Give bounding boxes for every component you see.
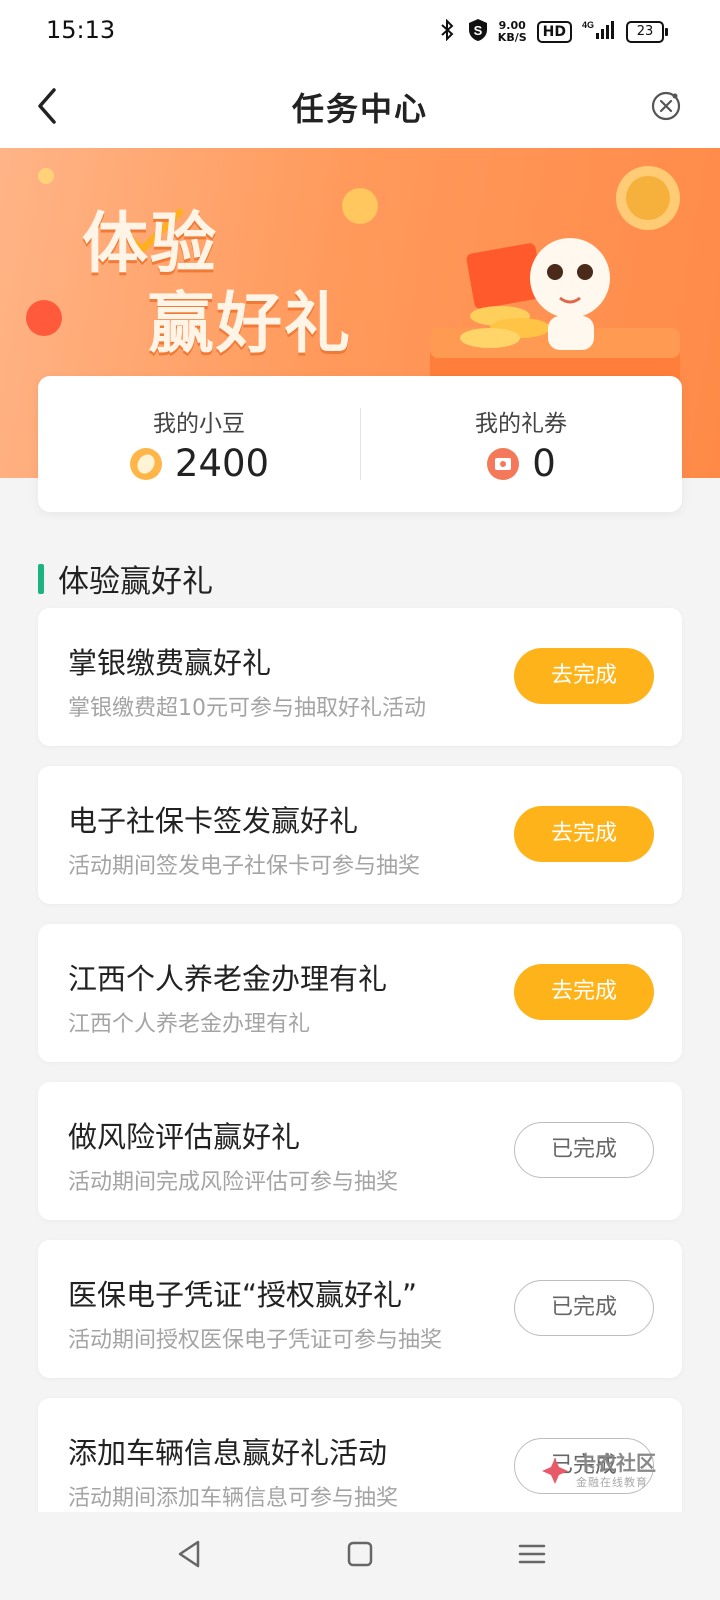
bean-coin-icon — [129, 447, 162, 480]
coupons-stat[interactable]: 我的礼券 0 — [360, 376, 682, 512]
task-desc: 活动期间添加车辆信息可参与抽奖 — [68, 1486, 399, 1511]
coupons-value: 0 — [532, 442, 556, 485]
watermark: 卡农社区 金融在线教育 — [540, 1452, 656, 1490]
task-go-button[interactable]: 去完成 — [514, 648, 654, 704]
nav-back-button[interactable] — [170, 1532, 210, 1576]
beans-stat[interactable]: 我的小豆 2400 — [38, 376, 360, 512]
watermark-text: 卡农社区 金融在线教育 — [576, 1452, 656, 1490]
task-desc: 活动期间完成风险评估可参与抽奖 — [68, 1170, 399, 1195]
task-done-button[interactable]: 已完成 — [514, 1280, 654, 1336]
banner-title-line2: 赢好礼 — [148, 285, 352, 362]
task-go-button[interactable]: 去完成 — [514, 806, 654, 862]
shield-icon: S — [468, 18, 488, 46]
beans-value: 2400 — [174, 442, 270, 485]
triangle-back-icon — [178, 1540, 200, 1568]
coupon-icon — [487, 447, 520, 480]
svg-text:4G: 4G — [582, 20, 594, 30]
system-nav-bar — [0, 1512, 720, 1600]
coupons-value-row: 0 — [360, 442, 682, 485]
coupons-label: 我的礼券 — [475, 411, 567, 437]
task-title: 做风险评估赢好礼 — [68, 1120, 301, 1154]
task-card: 掌银缴费赢好礼 掌银缴费超10元可参与抽取好礼活动 去完成 — [38, 608, 682, 746]
task-card: 做风险评估赢好礼 活动期间完成风险评估可参与抽奖 已完成 — [38, 1082, 682, 1220]
watermark-name: 卡农社区 — [576, 1451, 656, 1475]
hd-badge: HD — [536, 21, 572, 43]
title-bar: 任务中心 — [0, 64, 720, 148]
watermark-logo-icon — [542, 1458, 568, 1484]
task-desc: 江西个人养老金办理有礼 — [68, 1012, 311, 1037]
menu-lines-icon — [518, 1544, 546, 1564]
section-title: 体验赢好礼 — [58, 564, 213, 600]
task-title: 电子社保卡签发赢好礼 — [68, 804, 359, 838]
watermark-slogan: 金融在线教育 — [576, 1476, 648, 1489]
beans-label: 我的小豆 — [153, 411, 245, 437]
section-accent-bar — [38, 563, 44, 594]
svg-text:S: S — [473, 23, 482, 38]
status-time: 15:13 — [46, 16, 116, 44]
close-button[interactable] — [646, 86, 686, 126]
square-home-icon — [347, 1541, 373, 1567]
stats-card: 我的小豆 2400 我的礼券 0 — [38, 376, 682, 512]
task-desc: 活动期间签发电子社保卡可参与抽奖 — [68, 854, 421, 879]
nav-home-button[interactable] — [340, 1534, 380, 1574]
bluetooth-icon — [438, 18, 458, 45]
beans-value-row: 2400 — [38, 442, 360, 485]
task-desc: 掌银缴费超10元可参与抽取好礼活动 — [68, 696, 426, 721]
task-title: 江西个人养老金办理有礼 — [68, 962, 388, 996]
nav-menu-button[interactable] — [512, 1534, 552, 1574]
net-speed: 9.00 KB/S — [498, 20, 527, 44]
battery-icon: 23 — [626, 21, 668, 43]
task-title: 掌银缴费赢好礼 — [68, 646, 272, 680]
task-desc: 活动期间授权医保电子凭证可参与抽奖 — [68, 1328, 443, 1353]
task-card: 电子社保卡签发赢好礼 活动期间签发电子社保卡可参与抽奖 去完成 — [38, 766, 682, 904]
task-card: 医保电子凭证“授权赢好礼” 活动期间授权医保电子凭证可参与抽奖 已完成 — [38, 1240, 682, 1378]
task-go-button[interactable]: 去完成 — [514, 964, 654, 1020]
task-done-button[interactable]: 已完成 — [514, 1122, 654, 1178]
status-icons: S 9.00 KB/S HD 4G 23 — [438, 18, 668, 46]
task-title: 医保电子凭证“授权赢好礼” — [68, 1278, 418, 1312]
page-title: 任务中心 — [291, 90, 428, 128]
close-circle-icon — [651, 91, 681, 121]
task-title: 添加车辆信息赢好礼活动 — [68, 1436, 388, 1470]
status-bar: 15:13 S 9.00 KB/S HD 4G 23 — [0, 0, 720, 64]
net-speed-unit: KB/S — [497, 31, 527, 44]
signal-icon: 4G — [582, 19, 616, 45]
section-heading: 体验赢好礼 — [38, 556, 213, 601]
task-card: 江西个人养老金办理有礼 江西个人养老金办理有礼 去完成 — [38, 924, 682, 1062]
